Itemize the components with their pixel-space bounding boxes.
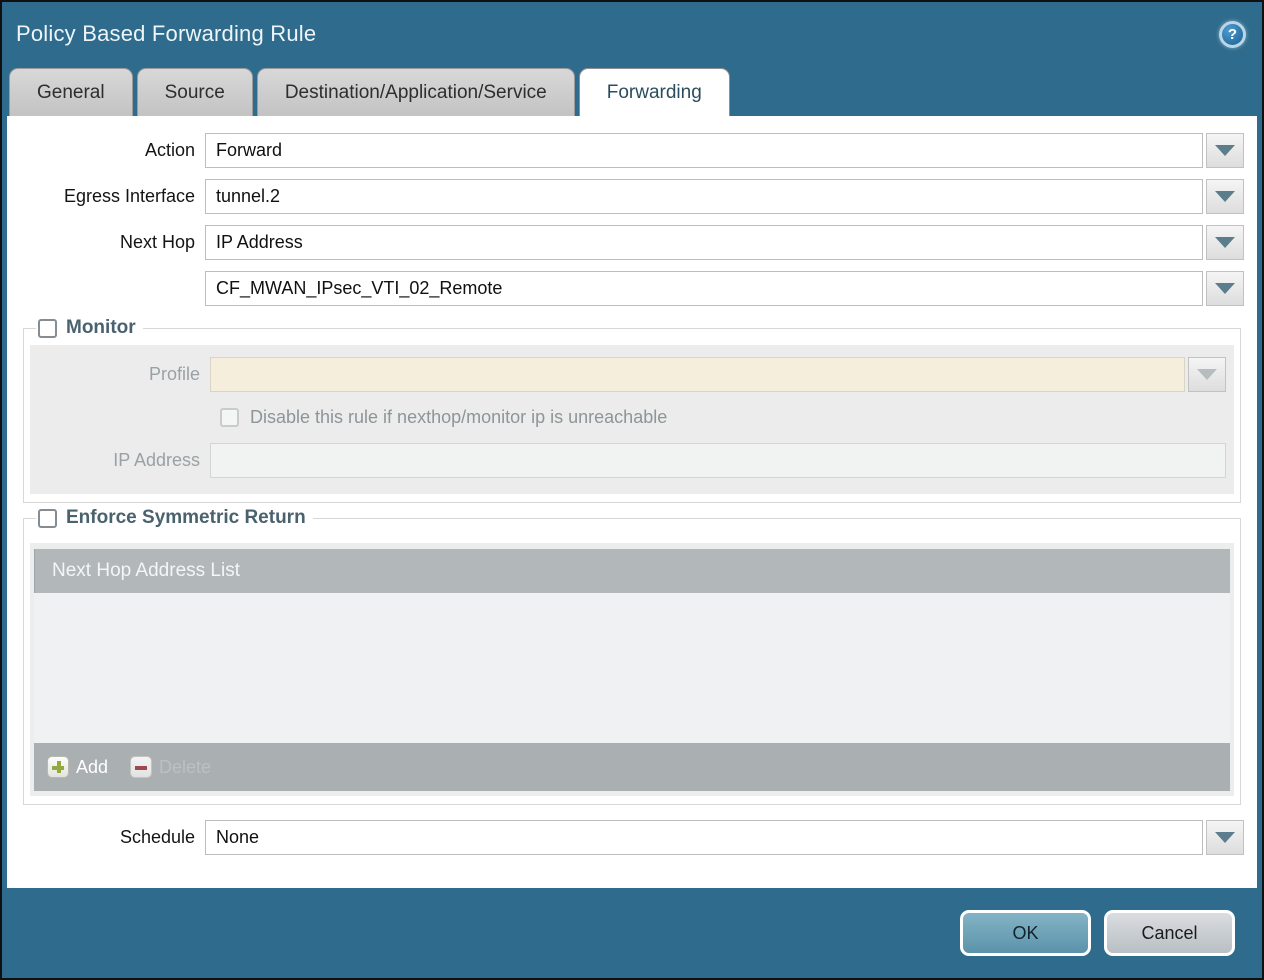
minus-icon <box>130 756 152 778</box>
monitor-group: Monitor Profile Disable this rule i <box>23 317 1241 503</box>
chevron-down-icon <box>1215 237 1235 248</box>
next-hop-address-dropdown-button[interactable] <box>1206 271 1244 306</box>
disable-rule-checkbox <box>220 408 239 427</box>
chevron-down-icon <box>1197 369 1217 380</box>
schedule-label: Schedule <box>7 827 205 848</box>
schedule-dropdown-button[interactable] <box>1206 820 1244 855</box>
next-hop-label: Next Hop <box>7 232 205 253</box>
delete-button: Delete <box>130 756 211 778</box>
ok-button[interactable]: OK <box>960 910 1091 956</box>
symmetric-return-legend: Enforce Symmetric Return <box>36 507 313 529</box>
egress-interface-row: Egress Interface tunnel.2 <box>7 179 1244 214</box>
monitor-ip-address-label: IP Address <box>30 450 210 471</box>
symmetric-return-legend-label: Enforce Symmetric Return <box>66 507 306 529</box>
monitor-checkbox[interactable] <box>38 319 57 338</box>
egress-interface-select[interactable]: tunnel.2 <box>205 179 1203 214</box>
next-hop-address-row: CF_MWAN_IPsec_VTI_02_Remote <box>7 271 1244 306</box>
add-button[interactable]: Add <box>47 756 108 778</box>
plus-icon <box>47 756 69 778</box>
titlebar: Policy Based Forwarding Rule ? <box>2 2 1262 66</box>
help-icon[interactable]: ? <box>1219 21 1246 48</box>
tab-general[interactable]: General <box>9 68 133 116</box>
next-hop-row: Next Hop IP Address <box>7 225 1244 260</box>
action-select[interactable]: Forward <box>205 133 1203 168</box>
symmetric-return-checkbox[interactable] <box>38 509 57 528</box>
profile-row: Profile <box>30 357 1226 392</box>
pbf-rule-dialog: Policy Based Forwarding Rule ? General S… <box>0 0 1264 980</box>
action-label: Action <box>7 140 205 161</box>
egress-interface-label: Egress Interface <box>7 186 205 207</box>
monitor-body: Profile Disable this rule if nexthop/mon… <box>30 345 1234 494</box>
action-dropdown-button[interactable] <box>1206 133 1244 168</box>
tab-destination-application-service[interactable]: Destination/Application/Service <box>257 68 575 116</box>
next-hop-type-select[interactable]: IP Address <box>205 225 1203 260</box>
chevron-down-icon <box>1215 145 1235 156</box>
disable-rule-row: Disable this rule if nexthop/monitor ip … <box>30 407 1226 428</box>
cancel-button[interactable]: Cancel <box>1104 910 1235 956</box>
schedule-select[interactable]: None <box>205 820 1203 855</box>
symmetric-return-group: Enforce Symmetric Return Next Hop Addres… <box>23 507 1241 805</box>
forwarding-tab-panel: Action Forward Egress Interface tunnel.2… <box>7 116 1257 888</box>
next-hop-address-list-table: Next Hop Address List Add Delete <box>30 543 1234 796</box>
action-row: Action Forward <box>7 133 1244 168</box>
monitor-legend-label: Monitor <box>66 317 136 339</box>
chevron-down-icon <box>1215 283 1235 294</box>
dialog-footer: OK Cancel <box>2 888 1262 978</box>
profile-label: Profile <box>30 364 210 385</box>
table-toolbar: Add Delete <box>34 743 1230 791</box>
dialog-title: Policy Based Forwarding Rule <box>16 21 316 47</box>
tab-forwarding[interactable]: Forwarding <box>579 68 730 116</box>
monitor-ip-address-row: IP Address <box>30 443 1226 478</box>
chevron-down-icon <box>1215 191 1235 202</box>
table-column-header[interactable]: Next Hop Address List <box>34 549 1230 593</box>
next-hop-address-select[interactable]: CF_MWAN_IPsec_VTI_02_Remote <box>205 271 1203 306</box>
table-body-empty[interactable] <box>34 593 1230 743</box>
monitor-legend: Monitor <box>36 317 143 339</box>
tab-bar: General Source Destination/Application/S… <box>2 66 1262 116</box>
disable-rule-label: Disable this rule if nexthop/monitor ip … <box>250 407 667 428</box>
egress-interface-dropdown-button[interactable] <box>1206 179 1244 214</box>
tab-source[interactable]: Source <box>137 68 253 116</box>
next-hop-dropdown-button[interactable] <box>1206 225 1244 260</box>
chevron-down-icon <box>1215 832 1235 843</box>
profile-select <box>210 357 1185 392</box>
profile-dropdown-button <box>1188 357 1226 392</box>
monitor-ip-address-input <box>210 443 1226 478</box>
schedule-row: Schedule None <box>7 820 1244 855</box>
